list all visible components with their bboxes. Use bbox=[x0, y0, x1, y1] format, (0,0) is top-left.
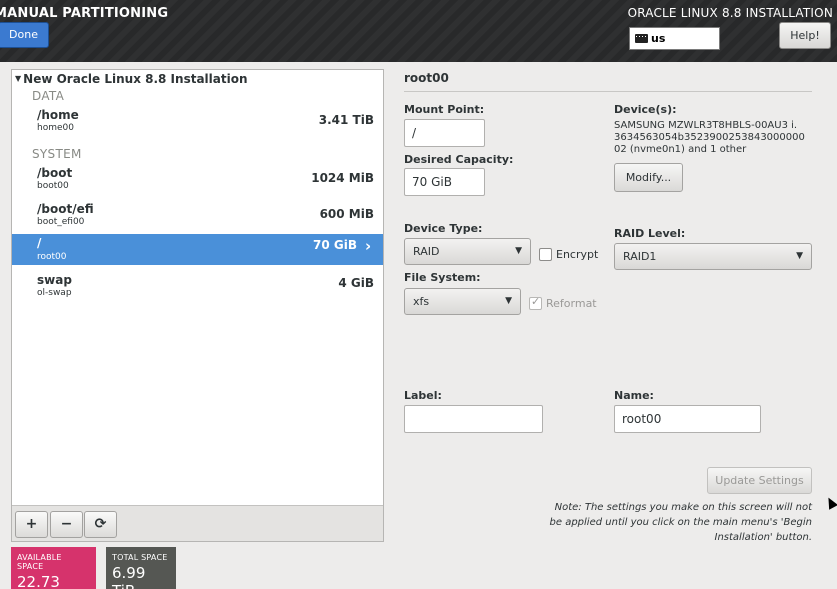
partition-device: boot00 bbox=[37, 181, 69, 191]
partition-size: 1024 MiB bbox=[311, 171, 374, 185]
chevron-right-icon: › bbox=[365, 237, 372, 255]
group-label-data: DATA bbox=[32, 89, 65, 103]
partition-row-root[interactable]: / root00 70 GiB › bbox=[12, 234, 383, 265]
partition-mount: swap bbox=[37, 273, 72, 287]
divider bbox=[404, 91, 812, 92]
file-system-value: xfs bbox=[413, 295, 430, 308]
dropdown-arrow-icon: ▼ bbox=[515, 246, 522, 256]
update-settings-button[interactable]: Update Settings bbox=[707, 467, 812, 494]
reformat-checkbox[interactable]: ✓ bbox=[529, 295, 542, 310]
device-type-label: Device Type: bbox=[404, 222, 483, 235]
dropdown-arrow-icon: ▼ bbox=[505, 296, 512, 306]
total-space-badge: TOTAL SPACE 6.99 TiB bbox=[106, 547, 176, 589]
partition-row-swap[interactable]: swap ol-swap 4 GiB bbox=[12, 271, 383, 302]
selected-partition-title: root00 bbox=[404, 71, 449, 85]
partition-row-boot-efi[interactable]: /boot/efi boot_efi00 600 MiB bbox=[12, 200, 383, 231]
raid-level-label: RAID Level: bbox=[614, 227, 686, 240]
header-bar: MANUAL PARTITIONING Done ORACLE LINUX 8.… bbox=[0, 0, 837, 62]
done-button[interactable]: Done bbox=[0, 22, 49, 48]
desired-capacity-input[interactable]: 70 GiB bbox=[404, 168, 485, 196]
name-field-label: Name: bbox=[614, 389, 654, 402]
checkmark-icon: ✓ bbox=[531, 295, 541, 308]
name-input[interactable]: root00 bbox=[614, 405, 761, 433]
available-space-badge: AVAILABLE SPACE 22.73 GiB bbox=[11, 547, 96, 589]
partition-device: home00 bbox=[37, 123, 74, 133]
expander-down-icon[interactable]: ▼ bbox=[15, 74, 21, 83]
devices-label: Device(s): bbox=[614, 103, 677, 116]
mount-point-label: Mount Point: bbox=[404, 103, 485, 116]
partition-device: ol-swap bbox=[37, 288, 72, 298]
help-button[interactable]: Help! bbox=[779, 22, 831, 49]
keyboard-layout-indicator[interactable]: us bbox=[629, 27, 720, 50]
partition-toolbar: + − ⟳ bbox=[12, 505, 383, 541]
partition-mount: / bbox=[37, 236, 42, 250]
installation-tree-header[interactable]: ▼ New Oracle Linux 8.8 Installation bbox=[15, 72, 248, 86]
reformat-label: Reformat bbox=[546, 297, 597, 310]
file-system-label: File System: bbox=[404, 271, 481, 284]
partition-size: 70 GiB bbox=[313, 238, 357, 252]
installation-tree-title: New Oracle Linux 8.8 Installation bbox=[23, 72, 248, 86]
partition-row-home[interactable]: /home home00 3.41 TiB bbox=[12, 106, 383, 137]
partition-size: 3.41 TiB bbox=[318, 113, 374, 127]
encrypt-label: Encrypt bbox=[556, 248, 599, 261]
total-space-label: TOTAL SPACE bbox=[112, 553, 168, 562]
raid-level-dropdown[interactable]: RAID1 ▼ bbox=[614, 243, 812, 270]
mount-point-input[interactable]: / bbox=[404, 119, 485, 147]
partition-mount: /boot bbox=[37, 166, 73, 180]
partition-mount: /boot/efi bbox=[37, 202, 94, 216]
remove-partition-button[interactable]: − bbox=[50, 511, 83, 538]
partition-row-boot[interactable]: /boot boot00 1024 MiB bbox=[12, 164, 383, 195]
partition-mount: /home bbox=[37, 108, 79, 122]
partition-tree-panel: ▼ New Oracle Linux 8.8 Installation DATA … bbox=[11, 69, 384, 542]
device-type-dropdown[interactable]: RAID ▼ bbox=[404, 238, 531, 265]
encrypt-checkbox[interactable] bbox=[539, 248, 552, 261]
product-title: ORACLE LINUX 8.8 INSTALLATION bbox=[627, 6, 833, 20]
keyboard-icon bbox=[635, 34, 648, 43]
partition-size: 4 GiB bbox=[338, 276, 374, 290]
dropdown-arrow-icon: ▼ bbox=[796, 251, 803, 261]
partition-device: boot_efi00 bbox=[37, 217, 85, 227]
desired-capacity-label: Desired Capacity: bbox=[404, 153, 514, 166]
group-label-system: SYSTEM bbox=[32, 147, 82, 161]
partition-device: root00 bbox=[37, 252, 67, 262]
refresh-button[interactable]: ⟳ bbox=[84, 511, 117, 538]
partition-size: 600 MiB bbox=[319, 207, 374, 221]
label-input[interactable] bbox=[404, 405, 543, 433]
modify-button[interactable]: Modify... bbox=[614, 163, 683, 192]
settings-note: Note: The settings you make on this scre… bbox=[549, 502, 812, 543]
available-space-value: 22.73 GiB bbox=[17, 573, 60, 589]
available-space-label: AVAILABLE SPACE bbox=[17, 553, 62, 571]
device-type-value: RAID bbox=[413, 245, 440, 258]
label-field-label: Label: bbox=[404, 389, 442, 402]
keyboard-layout-label: us bbox=[651, 32, 666, 45]
total-space-value: 6.99 TiB bbox=[112, 564, 146, 589]
add-partition-button[interactable]: + bbox=[15, 511, 48, 538]
mouse-cursor-icon bbox=[824, 495, 837, 510]
page-title: MANUAL PARTITIONING bbox=[0, 6, 169, 21]
file-system-dropdown[interactable]: xfs ▼ bbox=[404, 288, 521, 315]
raid-level-value: RAID1 bbox=[623, 250, 657, 263]
devices-description: SAMSUNG MZWLR3T8HBLS-00AU3 i. 3634563054… bbox=[614, 120, 805, 155]
